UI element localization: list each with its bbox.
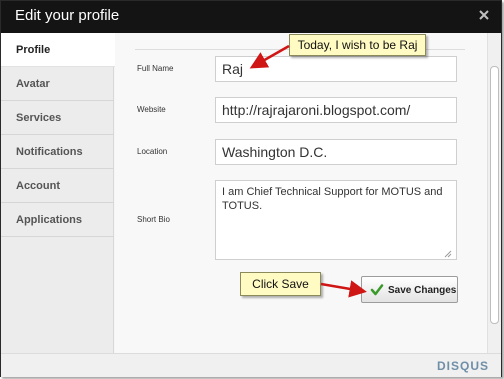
tab-account[interactable]: Account xyxy=(1,169,114,203)
close-icon[interactable] xyxy=(477,8,491,22)
form-scrollbar[interactable] xyxy=(487,33,501,353)
tab-profile[interactable]: Profile xyxy=(1,33,115,67)
save-changes-label: Save Changes xyxy=(388,285,457,296)
callout-name-note: Today, I wish to be Raj xyxy=(289,34,426,56)
short-bio-text: I am Chief Technical Support for MOTUS a… xyxy=(222,186,443,212)
website-field[interactable]: http://rajrajaroni.blogspot.com/ xyxy=(215,97,457,123)
location-label: Location xyxy=(137,147,168,156)
tab-avatar[interactable]: Avatar xyxy=(1,67,114,101)
disqus-logo: DISQUS xyxy=(436,359,489,373)
location-field[interactable]: Washington D.C. xyxy=(215,139,457,165)
tab-notifications[interactable]: Notifications xyxy=(1,135,114,169)
save-changes-button[interactable]: Save Changes xyxy=(361,276,458,303)
tab-services[interactable]: Services xyxy=(1,101,114,135)
full-name-label: Full Name xyxy=(137,64,174,73)
tab-applications[interactable]: Applications xyxy=(1,203,114,237)
sidebar-nav: Profile Avatar Services Notifications Ac… xyxy=(1,33,115,353)
short-bio-textarea[interactable]: I am Chief Technical Support for MOTUS a… xyxy=(215,180,457,260)
website-label: Website xyxy=(137,105,166,114)
callout-save-note: Click Save xyxy=(240,272,321,296)
resize-grip-icon[interactable] xyxy=(444,248,452,258)
dialog-footer: DISQUS xyxy=(1,353,501,377)
short-bio-label: Short Bio xyxy=(137,215,170,224)
dialog-title: Edit your profile xyxy=(15,7,120,24)
checkmark-icon xyxy=(370,283,384,297)
full-name-field[interactable]: Raj xyxy=(215,56,457,82)
scrollbar-thumb[interactable] xyxy=(490,66,499,324)
profile-form: Full Name Raj Website http://rajrajaroni… xyxy=(115,33,487,353)
edit-profile-dialog: Edit your profile Profile Avatar Service… xyxy=(0,0,502,377)
dialog-titlebar: Edit your profile xyxy=(1,1,501,33)
